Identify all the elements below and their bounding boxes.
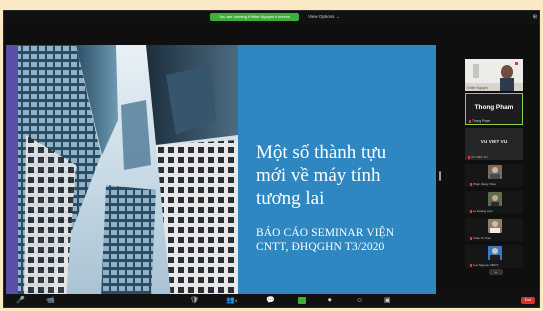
- participant-name: Khiêm Nguyen: [467, 86, 488, 90]
- mute-button[interactable]: 🎤: [16, 296, 25, 305]
- slide-subtitle-line: CNTT, ĐHQGHN T3/2020: [256, 241, 385, 253]
- mic-muted-icon: [470, 209, 472, 213]
- skyscrapers-photo: [6, 45, 238, 298]
- mic-muted-icon: [470, 236, 472, 240]
- avatar: [488, 192, 502, 206]
- participant-name-text: Phan Dang Khoa: [473, 182, 496, 186]
- slide-title-line: Một số thành tựu: [256, 142, 387, 163]
- mic-muted-icon: [470, 182, 472, 186]
- view-options-menu[interactable]: View Options ⌄: [308, 13, 340, 21]
- avatar: [488, 219, 502, 233]
- security-button[interactable]: 🛡: [190, 296, 199, 305]
- participant-name-text: Luu Nguyen AMCT: [473, 263, 499, 267]
- participant-display-name: Thong Pham: [474, 104, 514, 111]
- scroll-down-arrow-icon[interactable]: ⌄: [489, 269, 503, 275]
- slide-subtitle-line: BÁO CÁO SEMINAR VIỆN: [256, 227, 395, 239]
- apps-icon: ▣: [384, 297, 391, 304]
- shield-icon: 🛡: [190, 297, 199, 304]
- video-tile-thumb[interactable]: Xuan Tu Tran: [465, 218, 523, 241]
- slide-title-line: tương lai: [256, 188, 325, 209]
- top-bar: You are viewing Khiêm Nguyen's screen Vi…: [4, 11, 539, 24]
- view-options-label: View Options: [308, 14, 335, 19]
- slide-subtitle: BÁO CÁO SEMINAR VIỆN CNTT, ĐHQGHN T3/202…: [256, 226, 434, 254]
- avatar: [488, 165, 502, 179]
- reactions-button[interactable]: ☺: [356, 296, 363, 305]
- stop-video-button[interactable]: 📹: [46, 296, 55, 305]
- screen-share-notice[interactable]: You are viewing Khiêm Nguyen's screen: [210, 13, 299, 21]
- mic-muted-icon: [468, 155, 470, 159]
- video-tile-vu-viet-vu[interactable]: VU VIET VU VU VIET VU: [465, 128, 523, 160]
- participant-name: Thong Pham: [469, 119, 490, 123]
- mic-muted-icon: [470, 263, 472, 267]
- panel-resize-handle[interactable]: [439, 171, 441, 181]
- participant-name-text: Thong Pham: [472, 119, 491, 123]
- video-tile-thumb[interactable]: Le Hoang Lam: [465, 191, 523, 214]
- end-meeting-button[interactable]: End: [521, 297, 535, 304]
- mic-muted-icon: [469, 119, 471, 123]
- video-camera-icon: 📹: [46, 297, 55, 304]
- record-button[interactable]: ⏺: [328, 296, 332, 305]
- microphone-icon: 🎤: [16, 297, 25, 304]
- video-tile-thumb[interactable]: Phan Dang Khoa: [465, 164, 523, 187]
- participant-name-text: VU VIET VU: [471, 155, 488, 159]
- participant-name: Xuan Tu Tran: [470, 236, 491, 240]
- participant-name: Luu Nguyen AMCT: [470, 263, 498, 267]
- shared-presentation-slide: Một số thành tựu mới về máy tính tương l…: [6, 45, 436, 298]
- smiley-icon: ☺: [356, 297, 364, 304]
- desktop-background: You are viewing Khiêm Nguyen's screen Vi…: [0, 0, 543, 311]
- slide-title: Một số thành tựu mới về máy tính tương l…: [256, 141, 434, 210]
- participant-name: Le Hoang Lam: [470, 209, 493, 213]
- participants-icon: 👥: [226, 297, 235, 304]
- participant-name-text: Le Hoang Lam: [473, 209, 493, 213]
- meeting-controls-bar: 🎤 📹 🛡 👥4 💬 ⏺ ☺ ▣ End: [4, 294, 539, 307]
- video-tile-khiem[interactable]: Khiêm Nguyen: [465, 59, 523, 91]
- video-tile-thumb[interactable]: Luu Nguyen AMCT: [465, 245, 523, 268]
- avatar: [488, 246, 502, 260]
- participant-name: VU VIET VU: [468, 155, 488, 159]
- apps-button[interactable]: ▣: [384, 296, 391, 305]
- chat-button[interactable]: 💬: [266, 296, 275, 305]
- participant-display-name: VU VIET VU: [480, 140, 508, 145]
- chat-bubble-icon: 💬: [266, 297, 275, 304]
- slide-title-line: mới về máy tính: [256, 165, 381, 186]
- participant-name: Phan Dang Khoa: [470, 182, 496, 186]
- share-screen-button[interactable]: [298, 297, 306, 304]
- participant-name-text: Xuan Tu Tran: [473, 236, 492, 240]
- participants-button[interactable]: 👥4: [226, 296, 237, 305]
- chevron-down-icon: ⌄: [336, 14, 340, 19]
- participants-panel: Khiêm Nguyen Thong Pham Thong Pham VU VI…: [465, 59, 527, 275]
- participants-count: 4: [234, 298, 237, 303]
- gallery-view-icon[interactable]: ⊞: [533, 14, 537, 20]
- video-tile-thong-pham[interactable]: Thong Pham Thong Pham: [465, 93, 523, 125]
- zoom-meeting-window: You are viewing Khiêm Nguyen's screen Vi…: [3, 10, 540, 308]
- record-icon: ⏺: [328, 297, 332, 304]
